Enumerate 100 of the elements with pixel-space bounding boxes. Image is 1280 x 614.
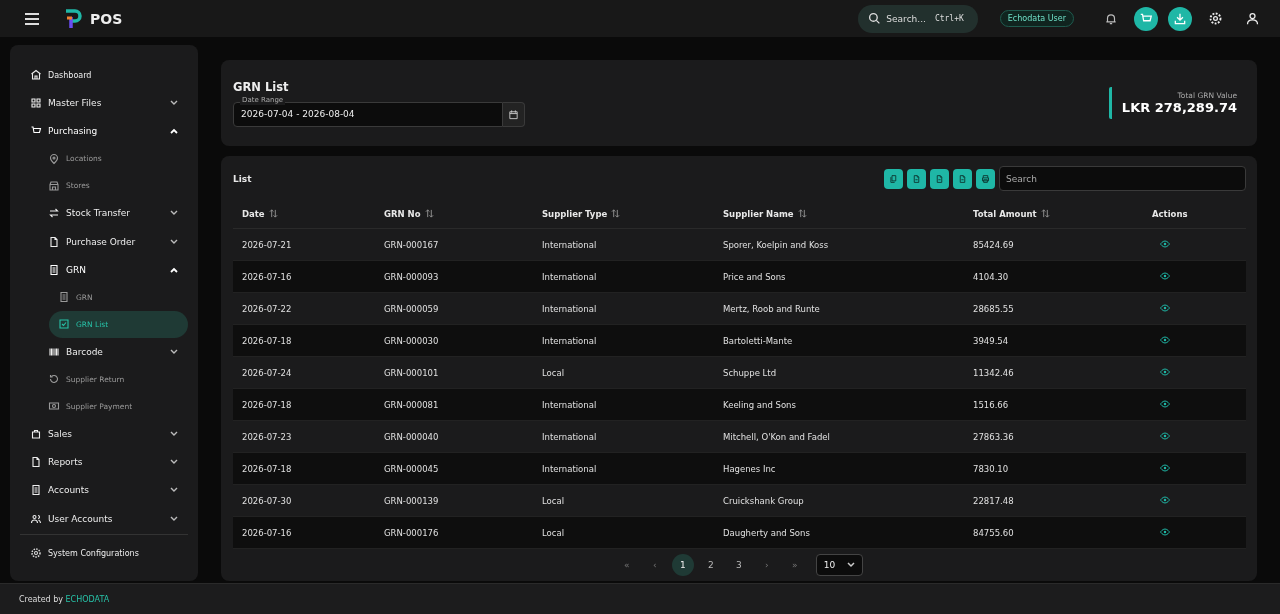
sort-icon [611, 209, 621, 218]
view-icon[interactable] [1160, 271, 1170, 280]
column-header[interactable]: Total Amount [964, 199, 1143, 229]
column-header[interactable]: GRN No [375, 199, 533, 229]
copy-icon [889, 173, 898, 184]
table-cell: 2026-07-16 [233, 516, 375, 549]
last-page-button[interactable]: » [783, 554, 806, 576]
search-button[interactable]: Search... Ctrl+K [858, 4, 978, 33]
view-icon[interactable] [1160, 463, 1170, 472]
page-button[interactable]: 3 [727, 554, 750, 576]
calendar-button[interactable] [503, 101, 525, 127]
app-title: POS [90, 10, 123, 27]
view-icon[interactable] [1160, 303, 1170, 312]
settings-icon[interactable] [1208, 11, 1223, 26]
gear-icon [30, 547, 42, 559]
table-cell: Price and Sons [714, 260, 964, 293]
column-header[interactable]: Date [233, 199, 375, 229]
download-button[interactable] [1168, 6, 1192, 31]
sort-icon [424, 209, 434, 218]
table-cell: 2026-07-23 [233, 420, 375, 453]
table-cell: Sporer, Koelpin and Koss [714, 228, 964, 261]
sidebar-item[interactable]: User Accounts [20, 504, 188, 533]
table-cell: GRN-000101 [375, 356, 533, 389]
page-button[interactable]: 1 [671, 554, 694, 576]
table-cell: International [533, 260, 714, 293]
page-button[interactable]: 2 [699, 554, 722, 576]
export-button[interactable] [907, 168, 926, 189]
table-cell: 2026-07-18 [233, 388, 375, 421]
logo-icon [64, 8, 82, 29]
search-field[interactable]: Search [999, 166, 1246, 191]
view-icon[interactable] [1160, 399, 1170, 408]
sidebar-item[interactable]: Barcode [20, 337, 188, 366]
table-cell: GRN-000139 [375, 484, 533, 517]
column-header[interactable]: Supplier Type [533, 199, 714, 229]
view-icon[interactable] [1160, 431, 1170, 440]
table-cell: Mertz, Roob and Runte [714, 292, 964, 325]
sidebar-item[interactable]: Reports [20, 447, 188, 477]
cart-button[interactable] [1134, 6, 1158, 31]
first-page-button[interactable]: « [615, 554, 638, 576]
table-cell: GRN-000030 [375, 324, 533, 357]
sidebar-item[interactable]: Sales [20, 419, 188, 448]
table-cell: Schuppe Ltd [714, 356, 964, 389]
export-button[interactable] [884, 168, 903, 189]
table-cell: 2026-07-22 [233, 292, 375, 325]
grid-icon [30, 97, 42, 110]
document-icon [30, 456, 42, 468]
banknote-icon [48, 400, 60, 413]
document-icon [958, 173, 967, 184]
page-size-select[interactable]: 10 [815, 554, 864, 576]
table-cell: Local [533, 356, 714, 389]
table-cell: Bartoletti-Mante [714, 324, 964, 357]
table-cell: 2026-07-18 [233, 324, 375, 357]
table-cell: International [533, 324, 714, 357]
export-button[interactable] [930, 168, 949, 189]
sort-icon [1040, 209, 1050, 218]
sidebar-item[interactable]: Dashboard [20, 61, 188, 89]
sidebar-item[interactable]: Purchasing [20, 117, 188, 146]
table-cell: 22817.48 [964, 484, 1143, 517]
sort-icon [268, 209, 278, 218]
list-icon [30, 484, 42, 497]
previous-page-button[interactable]: ‹ [643, 554, 666, 576]
view-icon[interactable] [1160, 527, 1170, 536]
calendar-icon [508, 108, 519, 120]
sidebar-item[interactable]: Purchase Order [20, 227, 188, 256]
menu-icon[interactable] [24, 11, 40, 26]
column-header[interactable]: Supplier Name [714, 199, 964, 229]
chevron-down-icon [847, 562, 856, 568]
next-page-button[interactable]: › [755, 554, 778, 576]
table-cell: International [533, 292, 714, 325]
print-button[interactable] [976, 168, 995, 189]
table-cell: International [533, 388, 714, 421]
table-cell: 4104.30 [964, 260, 1143, 293]
list-icon [58, 291, 70, 304]
store-icon [48, 179, 60, 192]
footer-text: Created by ECHODATA [19, 594, 110, 604]
table-cell: International [533, 228, 714, 261]
view-icon[interactable] [1160, 335, 1170, 344]
bell-icon[interactable] [1104, 11, 1118, 26]
sidebar-item[interactable]: Accounts [20, 476, 188, 505]
bag-icon [30, 427, 42, 440]
sidebar-item[interactable]: GRN [20, 255, 188, 285]
list-icon [48, 263, 60, 276]
view-icon[interactable] [1160, 495, 1170, 504]
sidebar-item[interactable]: System Configurations [20, 539, 188, 567]
sidebar-item[interactable]: Stock Transfer [20, 199, 188, 228]
table-cell: Mitchell, O'Kon and Fadel [714, 420, 964, 453]
checkbox-icon [58, 318, 70, 331]
table-cell: 7830.10 [964, 452, 1143, 485]
view-icon[interactable] [1160, 239, 1170, 248]
sort-icon [797, 209, 807, 218]
table-cell: 28685.55 [964, 292, 1143, 325]
table-cell: GRN-000059 [375, 292, 533, 325]
view-icon[interactable] [1160, 367, 1170, 376]
column-header[interactable]: Actions [1143, 199, 1246, 229]
user-icon[interactable] [1245, 11, 1260, 26]
table-cell: 2026-07-24 [233, 356, 375, 389]
table-cell: Local [533, 516, 714, 549]
export-button[interactable] [953, 168, 972, 189]
table-cell: International [533, 452, 714, 485]
sidebar-item[interactable]: Master Files [20, 89, 188, 118]
